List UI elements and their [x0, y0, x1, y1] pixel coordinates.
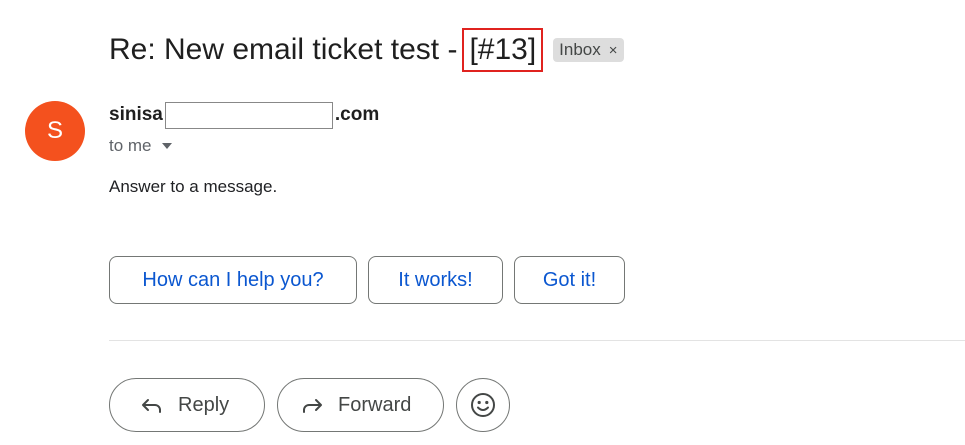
recipient-text: to me — [109, 136, 152, 155]
reply-arrow-icon — [140, 393, 164, 417]
forward-label: Forward — [338, 393, 412, 416]
reply-actions: Reply Forward — [109, 378, 510, 432]
remove-label-icon[interactable]: × — [609, 42, 618, 59]
recipient-details-toggle[interactable]: to me — [109, 135, 172, 157]
emoji-reaction-button[interactable] — [456, 378, 510, 432]
sender-avatar[interactable]: S — [25, 101, 85, 161]
sender-address[interactable]: sinisa .com — [109, 101, 379, 129]
email-view: Re: New email ticket test - [#13] Inbox … — [0, 0, 965, 445]
email-subject: Re: New email ticket test - — [109, 33, 458, 66]
forward-arrow-icon — [300, 393, 324, 417]
chevron-down-icon[interactable] — [161, 143, 172, 149]
smart-reply-button[interactable]: It works! — [368, 256, 503, 304]
smart-reply-button[interactable]: How can I help you? — [109, 256, 357, 304]
inbox-label-text: Inbox — [559, 40, 601, 59]
divider — [109, 340, 965, 341]
email-body: Answer to a message. — [109, 177, 278, 196]
inbox-label-chip[interactable]: Inbox × — [553, 38, 624, 62]
reply-label: Reply — [178, 393, 230, 416]
forward-button[interactable]: Forward — [277, 378, 444, 432]
ticket-id-highlight: [#13] — [462, 28, 544, 72]
redacted-box — [164, 101, 333, 129]
smart-reply-button[interactable]: Got it! — [514, 256, 625, 304]
sender-name-start: sinisa — [109, 104, 163, 125]
smiley-face-icon — [470, 392, 496, 418]
reply-button[interactable]: Reply — [109, 378, 265, 432]
sender-name-end: .com — [334, 104, 380, 125]
email-subject-row: Re: New email ticket test - [#13] Inbox … — [109, 27, 624, 73]
smart-reply-bar: How can I help you? It works! Got it! — [109, 256, 625, 304]
